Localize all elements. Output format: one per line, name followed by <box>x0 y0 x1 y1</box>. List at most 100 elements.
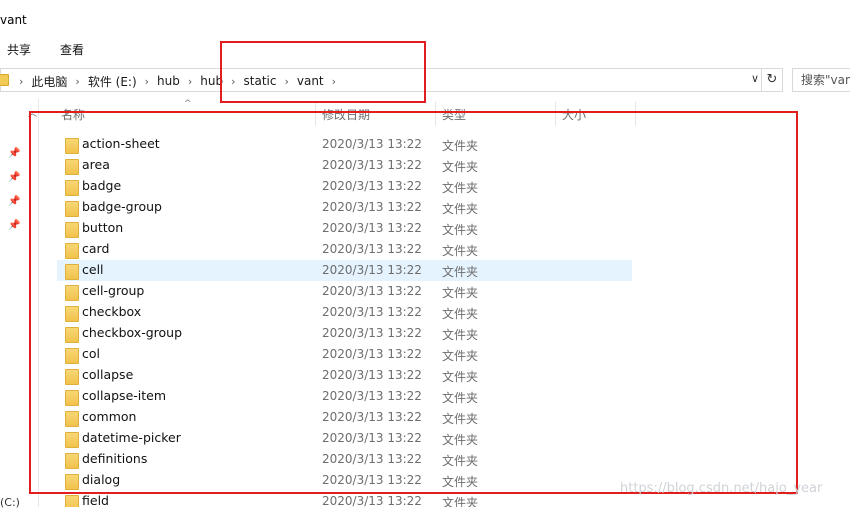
file-date: 2020/3/13 13:22 <box>322 242 422 256</box>
folder-icon <box>65 159 79 175</box>
folder-icon <box>65 180 79 196</box>
file-row[interactable]: area 2020/3/13 13:22 文件夹 <box>57 155 632 176</box>
file-row[interactable]: col 2020/3/13 13:22 文件夹 <box>57 344 632 365</box>
file-row[interactable]: card 2020/3/13 13:22 文件夹 <box>57 239 632 260</box>
breadcrumb: › 此电脑 › 软件 (E:) › hub › hub › static › v… <box>11 72 344 90</box>
tab-view[interactable]: 查看 <box>60 41 84 58</box>
chevron-up-icon[interactable]: ︿ <box>28 106 37 119</box>
file-row[interactable]: checkbox-group 2020/3/13 13:22 文件夹 <box>57 323 632 344</box>
file-name: action-sheet <box>82 136 160 151</box>
folder-icon <box>65 369 79 385</box>
file-name: col <box>82 346 100 361</box>
file-type: 文件夹 <box>442 433 479 447</box>
column-divider[interactable] <box>555 102 556 126</box>
file-row[interactable]: button 2020/3/13 13:22 文件夹 <box>57 218 632 239</box>
chevron-down-icon[interactable]: ∨ <box>751 72 759 85</box>
column-divider[interactable] <box>635 102 636 126</box>
title-bar: vant <box>0 0 850 36</box>
file-row[interactable]: cell 2020/3/13 13:22 文件夹 <box>57 260 632 281</box>
file-row[interactable]: definitions 2020/3/13 13:22 文件夹 <box>57 449 632 470</box>
file-type: 文件夹 <box>442 244 479 258</box>
file-row[interactable]: common 2020/3/13 13:22 文件夹 <box>57 407 632 428</box>
file-date: 2020/3/13 13:22 <box>322 158 422 172</box>
column-header-type[interactable]: 类型 <box>442 100 466 126</box>
file-name: datetime-picker <box>82 430 181 445</box>
chevron-right-icon[interactable]: › <box>75 75 79 88</box>
file-name: area <box>82 157 110 172</box>
folder-icon <box>65 285 79 301</box>
file-row[interactable]: collapse-item 2020/3/13 13:22 文件夹 <box>57 386 632 407</box>
file-name: common <box>82 409 137 424</box>
breadcrumb-static[interactable]: static <box>244 74 277 88</box>
folder-icon <box>65 201 79 217</box>
column-header-size[interactable]: 大小 <box>562 100 586 126</box>
file-type: 文件夹 <box>442 265 479 279</box>
breadcrumb-vant[interactable]: vant <box>297 74 324 88</box>
folder-icon <box>65 453 79 469</box>
column-header-date[interactable]: 修改日期 <box>322 100 370 126</box>
column-divider[interactable] <box>315 102 316 126</box>
ribbon: 共享 查看 <box>0 36 850 64</box>
chevron-right-icon[interactable]: › <box>332 75 336 88</box>
file-row[interactable]: collapse 2020/3/13 13:22 文件夹 <box>57 365 632 386</box>
breadcrumb-hub-2[interactable]: hub <box>200 74 223 88</box>
file-date: 2020/3/13 13:22 <box>322 473 422 487</box>
file-name: card <box>82 241 110 256</box>
pin-icon[interactable]: 📌 <box>8 148 20 160</box>
folder-icon <box>65 411 79 427</box>
file-name: collapse-item <box>82 388 167 403</box>
file-date: 2020/3/13 13:22 <box>322 137 422 151</box>
sort-ascending-icon: ^ <box>184 99 192 109</box>
pin-icon[interactable]: 📌 <box>8 220 20 232</box>
file-date: 2020/3/13 13:22 <box>322 263 422 277</box>
file-row[interactable]: field 2020/3/13 13:22 文件夹 <box>57 491 632 507</box>
file-type: 文件夹 <box>442 223 479 237</box>
file-type: 文件夹 <box>442 454 479 468</box>
file-type: 文件夹 <box>442 139 479 153</box>
column-header-name[interactable]: 名称 <box>61 100 85 126</box>
file-row[interactable]: checkbox 2020/3/13 13:22 文件夹 <box>57 302 632 323</box>
file-row[interactable]: dialog 2020/3/13 13:22 文件夹 <box>57 470 632 491</box>
folder-icon <box>65 222 79 238</box>
file-name: definitions <box>82 451 148 466</box>
chevron-right-icon[interactable]: › <box>19 75 23 88</box>
file-type: 文件夹 <box>442 160 479 174</box>
file-type: 文件夹 <box>442 349 479 363</box>
tab-share[interactable]: 共享 <box>7 41 31 58</box>
file-row[interactable]: badge-group 2020/3/13 13:22 文件夹 <box>57 197 632 218</box>
breadcrumb-drive-e[interactable]: 软件 (E:) <box>88 73 137 90</box>
file-type: 文件夹 <box>442 370 479 384</box>
folder-icon <box>65 264 79 280</box>
file-type: 文件夹 <box>442 202 479 216</box>
address-row: › 此电脑 › 软件 (E:) › hub › hub › static › v… <box>0 64 850 98</box>
pin-icon[interactable]: 📌 <box>8 172 20 184</box>
file-name: cell-group <box>82 283 145 298</box>
breadcrumb-this-pc[interactable]: 此电脑 <box>31 73 67 90</box>
file-type: 文件夹 <box>442 181 479 195</box>
file-row[interactable]: action-sheet 2020/3/13 13:22 文件夹 <box>57 134 632 155</box>
pin-icon[interactable]: 📌 <box>8 196 20 208</box>
chevron-right-icon[interactable]: › <box>284 75 288 88</box>
window-title: vant <box>0 13 27 27</box>
chevron-right-icon[interactable]: › <box>188 75 192 88</box>
chevron-right-icon[interactable]: › <box>231 75 235 88</box>
file-name: collapse <box>82 367 134 382</box>
folder-icon <box>65 306 79 322</box>
folder-icon <box>65 327 79 343</box>
column-divider[interactable] <box>435 102 436 126</box>
search-box[interactable] <box>792 68 850 92</box>
file-row[interactable]: badge 2020/3/13 13:22 文件夹 <box>57 176 632 197</box>
chevron-right-icon[interactable]: › <box>145 75 149 88</box>
folder-icon <box>65 243 79 259</box>
breadcrumb-hub[interactable]: hub <box>157 74 180 88</box>
address-bar[interactable]: › 此电脑 › 软件 (E:) › hub › hub › static › v… <box>0 68 762 92</box>
folder-icon <box>65 495 79 507</box>
file-row[interactable]: datetime-picker 2020/3/13 13:22 文件夹 <box>57 428 632 449</box>
nav-item-drive-c[interactable]: (C:) <box>0 496 20 509</box>
file-date: 2020/3/13 13:22 <box>322 410 422 424</box>
file-date: 2020/3/13 13:22 <box>322 494 422 507</box>
refresh-icon[interactable]: ↻ <box>762 68 783 92</box>
folder-icon <box>65 474 79 490</box>
file-row[interactable]: cell-group 2020/3/13 13:22 文件夹 <box>57 281 632 302</box>
search-input[interactable] <box>793 69 850 91</box>
